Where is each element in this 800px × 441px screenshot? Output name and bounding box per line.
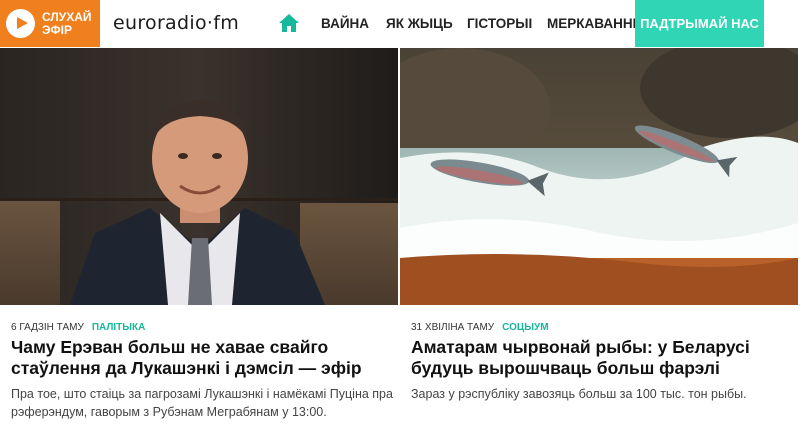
logo-text: euroradio·fm <box>113 12 239 34</box>
article-category[interactable]: Соцыум <box>502 322 548 333</box>
site-logo[interactable]: euroradio·fm <box>113 12 263 34</box>
article-card: 6 гадзін таму Палітыка Чаму Ерэван больш… <box>0 48 398 441</box>
nav-item-label: Меркаванні <box>547 16 637 31</box>
nav-item-stories[interactable]: Гісторыі <box>467 0 532 47</box>
article-category[interactable]: Палітыка <box>92 322 146 333</box>
article-time: 31 хвіліна таму <box>411 322 495 333</box>
article-photo-portrait[interactable] <box>0 48 398 305</box>
home-icon[interactable] <box>279 14 299 32</box>
play-icon <box>6 9 35 38</box>
article-meta: 31 хвіліна таму Соцыум <box>411 322 549 333</box>
logo-wordmark: euroradio·fm <box>113 12 239 34</box>
article-lead: Зараз у рэспубліку завозяць больш за 100… <box>411 387 747 401</box>
nav-item-label: Вайна <box>321 16 370 31</box>
nav-item-label: Як жыць <box>386 16 453 31</box>
support-button-label: Падтрымай нас <box>640 16 759 31</box>
nav-item-opinions[interactable]: Меркаванні <box>547 0 636 47</box>
site-header: Слухай эфір euroradio·fm Вайна Як жыць Г… <box>0 0 800 47</box>
article-photo-salmon[interactable] <box>400 48 798 305</box>
nav-item-war[interactable]: Вайна <box>321 0 369 47</box>
article-time: 6 гадзін таму <box>11 322 84 333</box>
article-card: 31 хвіліна таму Соцыум Аматарам чырвонай… <box>400 48 798 441</box>
support-button[interactable]: Падтрымай нас <box>635 0 764 47</box>
nav-item-how-to-live[interactable]: Як жыць <box>386 0 453 47</box>
nav-item-label: Гісторыі <box>467 16 533 31</box>
article-meta: 6 гадзін таму Палітыка <box>11 322 145 333</box>
listen-live-label-line2: эфір <box>42 23 72 37</box>
listen-live-button[interactable]: Слухай эфір <box>0 0 100 47</box>
listen-live-label: Слухай эфір <box>42 11 92 37</box>
article-lead: Пра тое, што стаіць за пагрозамі Лукашэн… <box>11 387 393 419</box>
article-title[interactable]: Аматарам чырвонай рыбы: у Беларусі будуц… <box>411 337 796 379</box>
article-title[interactable]: Чаму Ерэван больш не хавае свайго стаўле… <box>11 337 396 379</box>
